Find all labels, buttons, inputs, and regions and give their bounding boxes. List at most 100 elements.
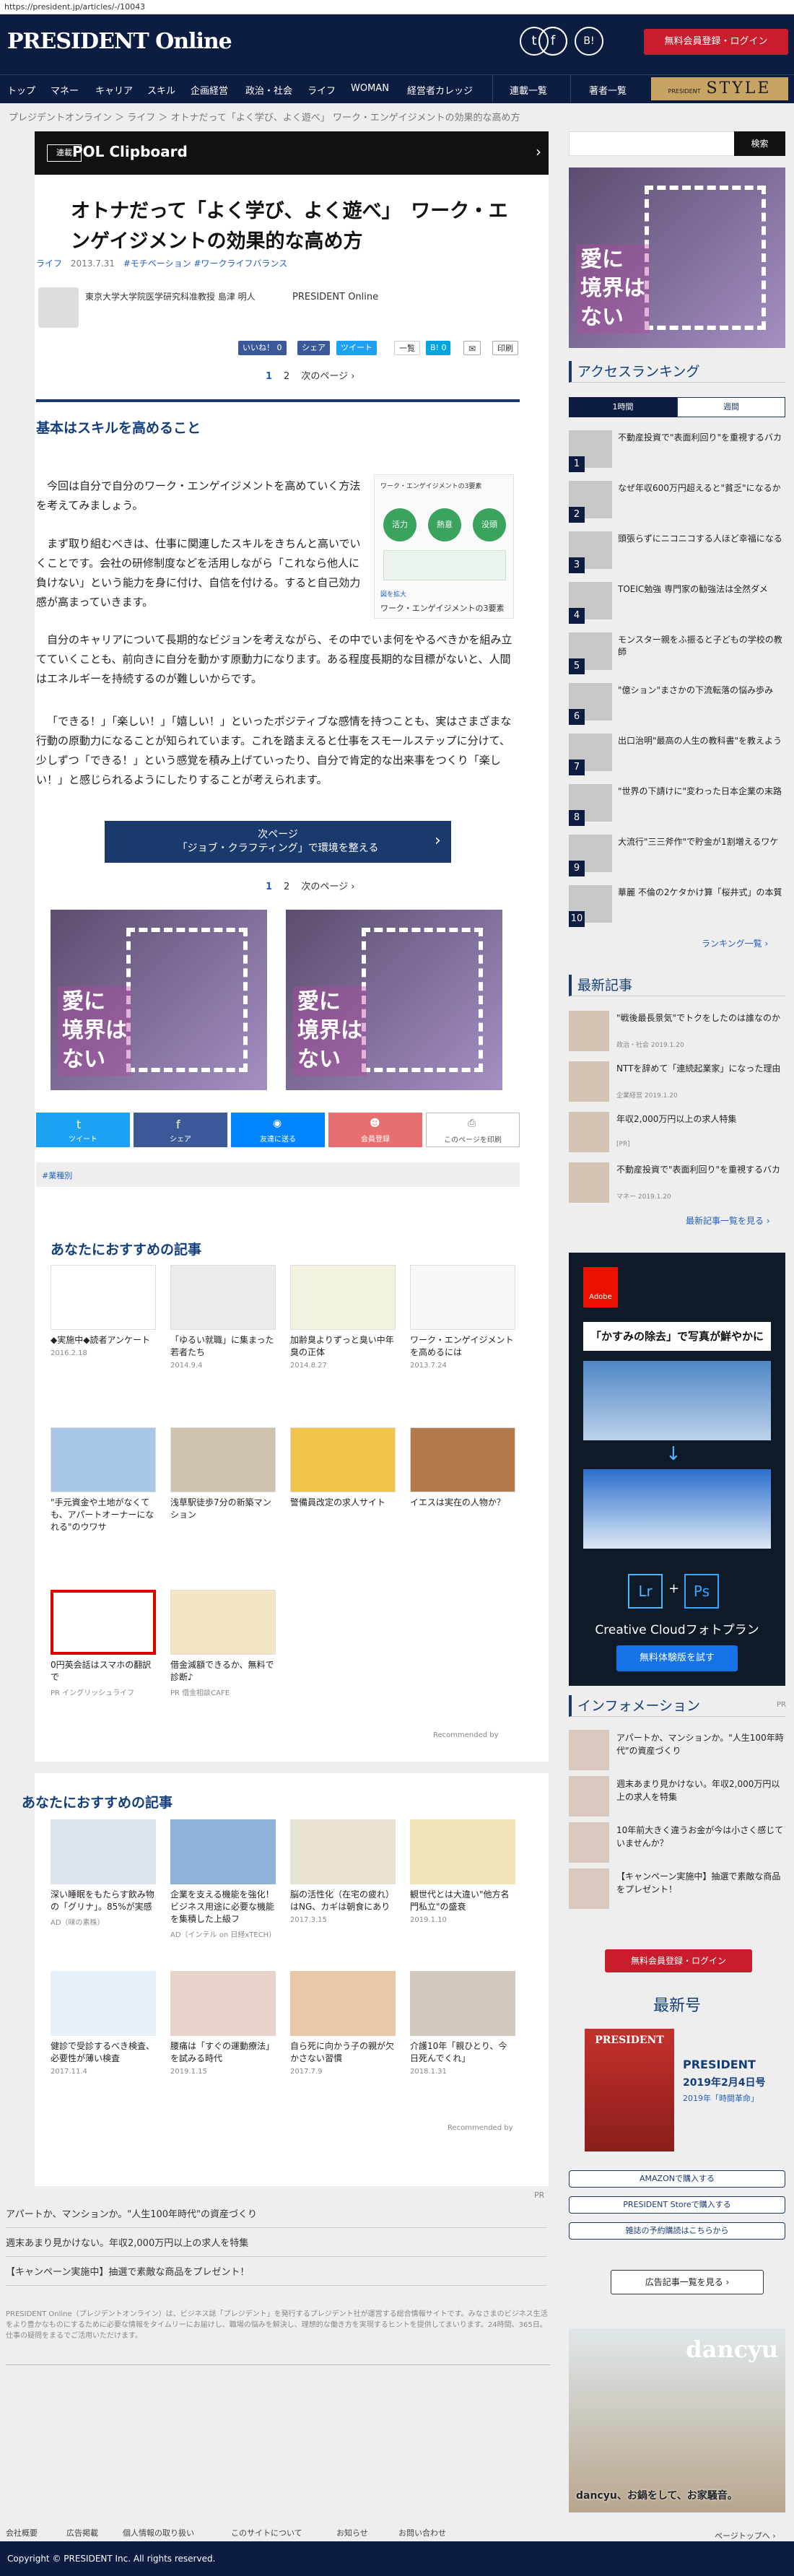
sidebar-display-ad[interactable]: 愛に 境界は ない: [569, 167, 785, 348]
ranking-item[interactable]: 4 TOEIC勉強 専門家の勧強法は全然ダメ: [569, 582, 785, 624]
latest-item[interactable]: NTTを辞めて「連続起業家」になった理由 企業経営 2019.1.20: [569, 1061, 785, 1106]
search-button[interactable]: 検索: [734, 131, 785, 156]
print-button[interactable]: 印刷: [492, 341, 518, 355]
ranking-text[interactable]: 大流行"三三斧作"で貯金が1割増えるワケ: [618, 836, 784, 848]
share-big-button[interactable]: シェア: [134, 1113, 227, 1147]
bottom-pr-link-2[interactable]: 週末あまり見かけない。年収2,000万円以上の求人を特集: [6, 2235, 547, 2257]
ranking-item[interactable]: 7 出口治明"最高の人生の教科書"を教えよう: [569, 734, 785, 775]
ranking-item[interactable]: 1 不動産投資で"表面利回り"を重視するバカ: [569, 430, 785, 472]
rec2-title[interactable]: 企業を支える機能を強化！ビジネス用途に必要な機能を集積した上級フ: [170, 1889, 276, 1926]
ranking-item[interactable]: 8 "世界の下請けに"変わった日本企業の末路: [569, 784, 785, 826]
next-page-button[interactable]: 次ページ 「ジョブ・クラフティング」で環境を整える: [105, 821, 451, 863]
ranking-item[interactable]: 9 大流行"三三斧作"で貯金が1割増えるワケ: [569, 835, 785, 876]
footer-contact[interactable]: お問い合わせ: [398, 2527, 446, 2538]
recommended-by[interactable]: Recommended by: [433, 1731, 499, 1739]
rec-title[interactable]: "手元資金や土地がなくても、アパートオーナーになれる"のウワサ: [51, 1497, 156, 1533]
ranking-item[interactable]: 5 モンスター親をふ振ると子どもの学校の教師: [569, 632, 785, 674]
latest-text[interactable]: 不動産投資で"表面利回り"を重視するバカ: [616, 1164, 784, 1176]
rec-title[interactable]: 警備員改定の求人サイト: [290, 1497, 396, 1509]
rec2-title[interactable]: 健診で受診するべき検査、必要性が薄い検査: [51, 2040, 156, 2065]
rec-title[interactable]: ◆実施中◆読者アンケート: [51, 1334, 156, 1346]
page-1[interactable]: 1: [266, 371, 272, 382]
info-text[interactable]: アパートか、マンションか。"人生100年時代"の資産づくり: [616, 1731, 784, 1757]
rec2-title[interactable]: 脳の活性化（在宅の疲れ）はNG、カギは朝食にあり: [290, 1889, 396, 1913]
breadcrumb[interactable]: プレジデントオンライン ＞ ライフ ＞ オトナだって「よく学び、よく遊べ」 ワー…: [9, 110, 520, 123]
rec-title[interactable]: イエスは実在の人物か？: [410, 1497, 515, 1509]
nav-money[interactable]: マネー: [51, 83, 79, 97]
footer-ad[interactable]: 広告掲載: [66, 2527, 98, 2538]
rec-title[interactable]: 浅草駅徒歩7分の新築マンション: [170, 1497, 276, 1521]
rec2-title[interactable]: 腰痛は「すぐの運動療法」を試みる時代: [170, 2040, 276, 2065]
nav-series[interactable]: 連載一覧: [510, 83, 547, 97]
rec2-title[interactable]: 自ら死に向かう子の親が欠かさない習慣: [290, 2040, 396, 2065]
rec2-card[interactable]: 企業を支える機能を強化！ビジネス用途に必要な機能を集積した上級フ AD（インテル …: [170, 1819, 276, 1964]
nav-authors[interactable]: 著者一覧: [589, 83, 627, 97]
rec-card[interactable]: ◆実施中◆読者アンケート 2016.2.18: [51, 1265, 156, 1417]
rec-title[interactable]: 加齢臭よりずっと臭い中年臭の正体: [290, 1334, 396, 1359]
ranking-tab-hour[interactable]: 1時間: [569, 397, 677, 417]
page-1[interactable]: 1: [266, 882, 272, 892]
latest-more-link[interactable]: 最新記事一覧を見る ›: [686, 1214, 770, 1227]
nav-politics[interactable]: 政治・社会: [245, 83, 292, 97]
page-2[interactable]: 2: [284, 371, 289, 382]
series-title[interactable]: POL Clipboard: [72, 143, 188, 160]
ranking-text[interactable]: "億ション"まさかの下流転落の悩み歩み: [618, 684, 784, 697]
page-2[interactable]: 2: [284, 882, 289, 892]
adobe-cta-button[interactable]: 無料体験版を試す: [616, 1645, 738, 1671]
rec2-title[interactable]: 深い睡眠をもたらす飲み物の「グリナ」。85%が実感: [51, 1889, 156, 1913]
sidebar-register-button[interactable]: 無料会員登録・ログイン: [605, 1949, 752, 1972]
tag-bar[interactable]: #業種別: [36, 1162, 520, 1187]
ranking-text[interactable]: TOEIC勉強 専門家の勧強法は全然ダメ: [618, 583, 784, 596]
ranking-text[interactable]: "世界の下請けに"変わった日本企業の末路: [618, 786, 784, 798]
rec-card[interactable]: 「ゆるい就職」に集まった若者たち 2014.9.4: [170, 1265, 276, 1417]
nav-management[interactable]: 企画経営: [191, 83, 228, 97]
info-item[interactable]: 週末あまり見かけない。年収2,000万円以上の求人を特集: [569, 1776, 785, 1821]
nav-woman[interactable]: WOMAN: [351, 83, 389, 94]
rec2-card[interactable]: 健診で受診するべき検査、必要性が薄い検査 2017.11.4: [51, 1971, 156, 2115]
ranking-item[interactable]: 2 なぜ年収600万円超えると"貧乏"になるか: [569, 481, 785, 523]
rec2-card[interactable]: 腰痛は「すぐの運動療法」を試みる時代 2019.1.15: [170, 1971, 276, 2115]
rec-card[interactable]: 0円英会話はスマホの翻訳で PR イングリッシュライフ: [51, 1590, 156, 1741]
hatena-icon[interactable]: B!: [575, 27, 603, 56]
like-button[interactable]: いいね！ 0: [238, 341, 287, 355]
ranking-text[interactable]: 出口治明"最高の人生の教科書"を教えよう: [618, 735, 784, 747]
subscription-button[interactable]: 雑誌の予約購読はこちらから: [569, 2222, 785, 2240]
rec2-card[interactable]: 深い睡眠をもたらす飲み物の「グリナ」。85%が実感 AD（味の素株）: [51, 1819, 156, 1964]
info-text[interactable]: 【キャンペーン実施中】抽選で素敵な商品をプレゼント！: [616, 1870, 784, 1896]
ranking-text[interactable]: モンスター親をふ振ると子どもの学校の教師: [618, 634, 784, 658]
rec-card[interactable]: 浅草駅徒歩7分の新築マンション: [170, 1427, 276, 1579]
president-style-logo[interactable]: PRESIDENT STYLE: [651, 77, 788, 100]
next-page-link[interactable]: 次のページ ›: [301, 882, 354, 892]
adobe-ad[interactable]: Adobe 「かすみの除去」で写真が鮮やかに ↓ Lr + Ps Creativ…: [569, 1253, 785, 1686]
rec-title[interactable]: 0円英会話はスマホの翻訳で: [51, 1659, 156, 1684]
nav-skill[interactable]: スキル: [147, 83, 175, 97]
next-page-link[interactable]: 次のページ ›: [301, 371, 354, 382]
latest-item[interactable]: 不動産投資で"表面利回り"を重視するバカ マネー 2019.1.20: [569, 1162, 785, 1207]
ranking-item[interactable]: 6 "億ション"まさかの下流転落の悩み歩み: [569, 683, 785, 725]
bottom-pr-link-3[interactable]: 【キャンペーン実施中】抽選で素敵な商品をプレゼント！: [6, 2264, 547, 2286]
tweet-button[interactable]: ツイート: [336, 341, 377, 355]
footer-about[interactable]: このサイトについて: [231, 2527, 302, 2538]
info-item[interactable]: アパートか、マンションか。"人生100年時代"の資産づくり: [569, 1730, 785, 1775]
ranking-more-link[interactable]: ランキング一覧 ›: [702, 937, 768, 949]
rec-card[interactable]: "手元資金や土地がなくても、アパートオーナーになれる"のウワサ: [51, 1427, 156, 1579]
issue-subtitle[interactable]: 2019年「時間革命」: [683, 2092, 759, 2104]
rec2-title[interactable]: 観世代とは大違い"他方名門私立"の盛衰: [410, 1889, 515, 1913]
rec-card[interactable]: 加齢臭よりずっと臭い中年臭の正体 2014.8.27: [290, 1265, 396, 1417]
rec2-card[interactable]: 脳の活性化（在宅の疲れ）はNG、カギは朝食にあり 2017.3.15: [290, 1819, 396, 1964]
display-ad-left[interactable]: 愛に 境界は ない: [51, 910, 267, 1090]
ranking-text[interactable]: 頭張らずにニコニコする人ほど幸福になる: [618, 533, 784, 545]
amazon-buy-button[interactable]: AMAZONで購入する: [569, 2170, 785, 2188]
rec2-card[interactable]: 自ら死に向かう子の親が欠かさない習慣 2017.7.9: [290, 1971, 396, 2115]
latest-text[interactable]: NTTを辞めて「連続起業家」になった理由: [616, 1063, 784, 1075]
footer-news[interactable]: お知らせ: [336, 2527, 368, 2538]
display-ad-right[interactable]: 愛に 境界は ない: [286, 910, 502, 1090]
rec-title[interactable]: ワーク・エンゲイジメントを高めるには: [410, 1334, 515, 1359]
ranking-item[interactable]: 10 華麗 不倫の2ケタかけ算「桜井式」の本質: [569, 885, 785, 927]
facebook-icon[interactable]: f: [538, 27, 567, 56]
nav-career[interactable]: キャリア: [95, 83, 133, 97]
page-top-link[interactable]: ページトップへ ›: [715, 2530, 776, 2541]
rec-title[interactable]: 「ゆるい就職」に集まった若者たち: [170, 1334, 276, 1359]
latest-item[interactable]: 年収2,000万円以上の求人特集 [PR]: [569, 1112, 785, 1157]
figure-diagram[interactable]: ワーク・エンゲイジメントの3要素 活力 熱意 没頭 図を拡大 ワーク・エンゲイジ…: [374, 474, 514, 619]
